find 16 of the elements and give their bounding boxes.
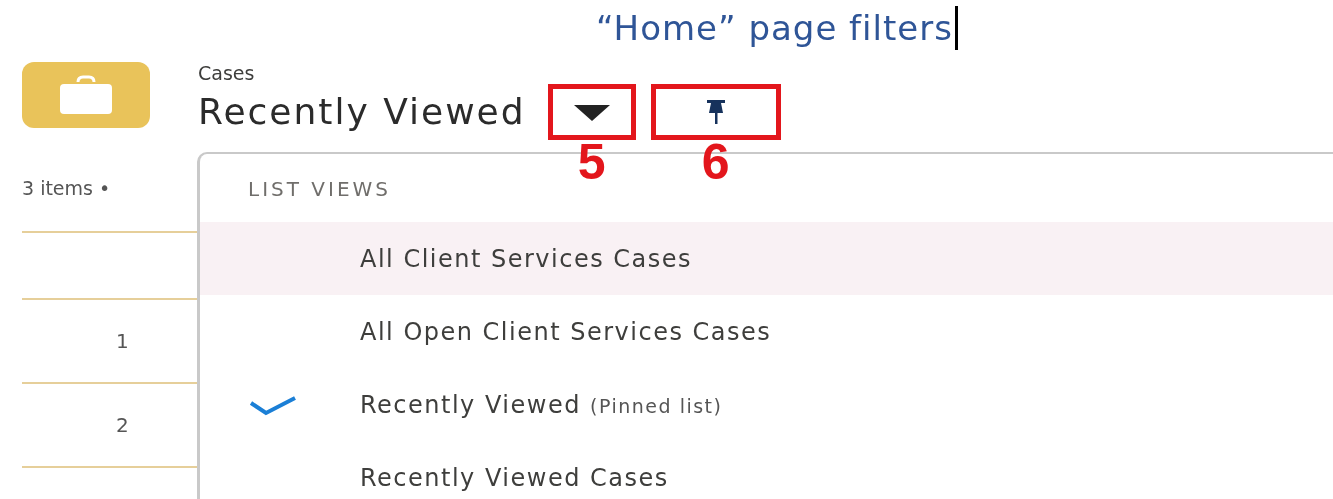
- row-number: 2: [116, 412, 129, 439]
- row-number: 1: [116, 328, 129, 355]
- menu-item[interactable]: All Client Services Cases: [200, 222, 1333, 295]
- menu-item[interactable]: All Open Client Services Cases: [200, 295, 1333, 368]
- cases-icon: [22, 62, 150, 128]
- object-label: Cases: [198, 62, 256, 84]
- item-count: 3 items •: [22, 177, 111, 199]
- list-view-title: Recently Viewed: [198, 91, 526, 133]
- pin-button[interactable]: [704, 99, 727, 125]
- annotation-number: 5: [576, 135, 607, 189]
- menu-item[interactable]: Recently Viewed (Pinned list): [200, 368, 1333, 441]
- annotation-number: 6: [700, 135, 731, 189]
- annotation-caption: “Home” page filters: [596, 6, 958, 50]
- menu-heading: LIST VIEWS: [248, 177, 391, 201]
- menu-item[interactable]: Recently Viewed Cases: [200, 441, 1333, 499]
- pin-icon: [704, 99, 727, 125]
